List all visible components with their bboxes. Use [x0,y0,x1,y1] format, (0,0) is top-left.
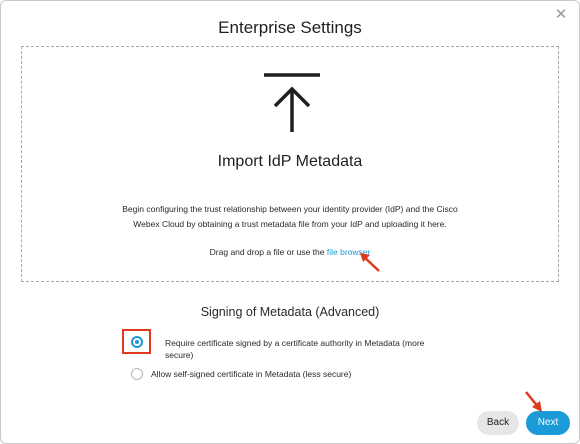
dialog-title: Enterprise Settings [218,18,362,37]
drag-text: Drag and drop a file or use the [209,247,327,257]
enterprise-settings-dialog: ✕ Enterprise Settings Import IdP Metadat… [0,0,580,444]
description-line-1: Begin configuring the trust relationship… [122,204,458,214]
drag-drop-instructions: Drag and drop a file or use the file bro… [22,247,558,257]
annotation-arrow-icon [360,253,380,272]
import-heading: Import IdP Metadata [217,153,363,170]
description-line-2: Webex Cloud by obtaining a trust metadat… [133,219,447,229]
signing-section-title: Signing of Metadata (Advanced) [200,305,380,319]
option-require-ca-line-2: secure) [165,350,194,360]
option-require-ca-line-1: Require certificate signed by a certific… [165,338,425,348]
back-button[interactable]: Back [477,411,519,435]
option-allow-self-signed-label[interactable]: Allow self-signed certificate in Metadat… [151,368,351,380]
radio-require-ca-signed[interactable] [131,336,143,348]
radio-allow-self-signed[interactable] [131,368,143,380]
upload-arrow-icon [264,73,320,132]
annotation-arrow-icon [525,391,542,412]
import-description: Begin configuring the trust relationship… [22,202,558,232]
metadata-dropzone[interactable]: Import IdP Metadata Begin configuring th… [21,46,559,282]
option-require-ca-label[interactable]: Require certificate signed by a certific… [165,337,424,361]
